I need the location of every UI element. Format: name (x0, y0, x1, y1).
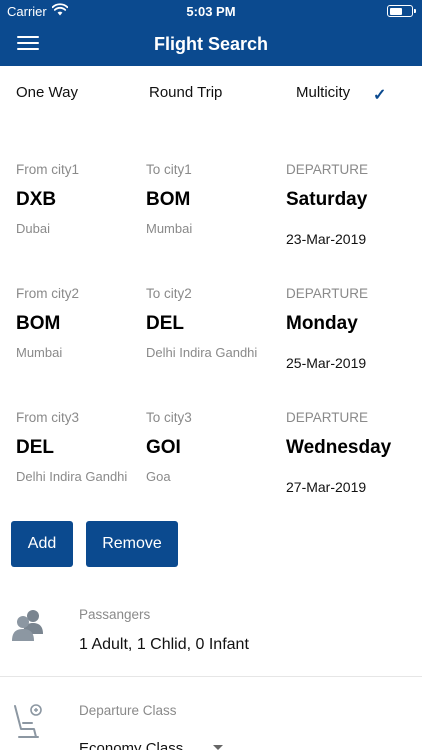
departure-label: DEPARTURE (286, 286, 369, 301)
from-city-label: From city1 (16, 162, 80, 177)
tab-one-way[interactable]: One Way (16, 84, 78, 101)
departure-day: Monday (286, 313, 358, 334)
from-airport-code: BOM (16, 313, 61, 334)
nav-bar: Flight Search (0, 22, 422, 66)
tab-round-trip[interactable]: Round Trip (149, 84, 222, 101)
status-bar: Carrier 5:03 PM (0, 0, 422, 22)
from-airport-code: DEL (16, 437, 54, 458)
to-city-name: Goa (146, 469, 171, 484)
departure-date: 25-Mar-2019 (286, 355, 367, 371)
to-city-name: Delhi Indira Gandhi (146, 345, 258, 360)
to-airport-code: BOM (146, 189, 191, 210)
from-city-name: Dubai (16, 221, 50, 236)
to-city-label: To city2 (146, 286, 192, 301)
flight-leg-1: From city1 DXB Dubai To city1 BOM Mumbai… (0, 162, 422, 286)
remove-leg-button[interactable]: Remove (86, 521, 178, 567)
flight-leg-3: From city3 DEL Delhi Indira Gandhi To ci… (0, 410, 422, 534)
passengers-value[interactable]: 1 Adult, 1 Chlid, 0 Infant (79, 636, 249, 654)
trip-type-selector: One Way Round Trip Multicity ✓ (0, 66, 422, 122)
departure-label: DEPARTURE (286, 162, 369, 177)
page-title: Flight Search (153, 34, 269, 54)
battery-icon (387, 5, 416, 17)
tab-multicity[interactable]: Multicity (296, 84, 350, 101)
flight-leg-2: From city2 BOM Mumbai To city2 DEL Delhi… (0, 286, 422, 410)
departure-date: 27-Mar-2019 (286, 479, 367, 495)
departure-class-label: Departure Class (79, 703, 177, 718)
to-city-name: Mumbai (146, 221, 193, 236)
seat-icon (12, 703, 44, 748)
divider (0, 676, 422, 677)
departure-label: DEPARTURE (286, 410, 369, 425)
departure-date: 23-Mar-2019 (286, 231, 367, 247)
departure-day: Saturday (286, 189, 368, 210)
from-city-name: Mumbai (16, 345, 63, 360)
from-city-label: From city2 (16, 286, 80, 301)
to-airport-code: DEL (146, 313, 184, 334)
add-leg-button[interactable]: Add (11, 521, 73, 567)
to-airport-code: GOI (146, 437, 181, 458)
from-city-label: From city3 (16, 410, 80, 425)
departure-day: Wednesday (286, 437, 392, 458)
from-city-name: Delhi Indira Gandhi (16, 469, 128, 484)
from-airport-code: DXB (16, 189, 57, 210)
departure-class-select[interactable]: Economy Class (79, 740, 183, 750)
to-city-label: To city3 (146, 410, 192, 425)
passengers-label: Passangers (79, 607, 151, 622)
chevron-down-icon[interactable] (213, 745, 223, 750)
clock: 5:03 PM (186, 4, 236, 19)
checkmark-icon: ✓ (373, 87, 387, 104)
people-icon (12, 608, 44, 647)
to-city-label: To city1 (146, 162, 192, 177)
